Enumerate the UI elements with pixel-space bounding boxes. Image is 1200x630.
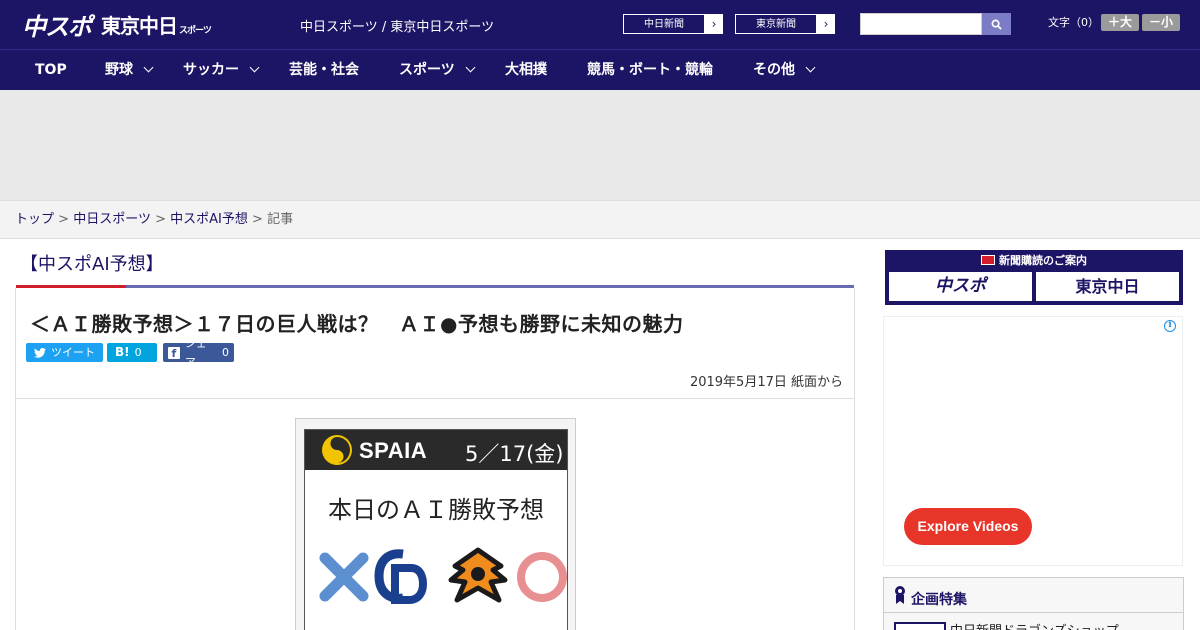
newspaper-icon — [981, 255, 995, 265]
facebook-share-button[interactable]: f シェア 0 — [163, 337, 234, 369]
site-search — [860, 13, 1011, 35]
tokyo-chunichi-subscribe-logo[interactable]: 東京中日 — [1036, 272, 1179, 301]
breadcrumb-ai-prediction[interactable]: 中スポAI予想 — [170, 212, 248, 227]
breadcrumb-current: 記事 — [267, 212, 294, 227]
tokyo-shinbun-link[interactable]: 東京新聞 › — [734, 13, 836, 35]
top-header: 中スポ 東京中日 スポーツ 中日スポーツ / 東京中日スポーツ 中日新聞 › 東京… — [0, 0, 1200, 49]
nav-racing[interactable]: 競馬・ボート・競輪 — [587, 50, 713, 90]
cross-mark-icon — [319, 552, 369, 602]
spaia-logo-icon — [322, 435, 352, 465]
nav-sports[interactable]: スポーツ — [399, 50, 476, 90]
breadcrumb: トップ > 中日スポーツ > 中スポAI予想 > 記事 — [0, 200, 1200, 239]
chevron-down-icon — [143, 62, 154, 73]
nav-sumo[interactable]: 大相撲 — [505, 50, 547, 90]
sidebar-ad: i Explore Videos — [883, 316, 1183, 566]
nav-entertainment[interactable]: 芸能・社会 — [289, 50, 359, 90]
article-date: 2019年5月17日 紙面から — [689, 375, 843, 390]
spaia-brand: SPAIA — [359, 438, 428, 463]
dragons-shop-thumbnail[interactable] — [894, 622, 946, 630]
subscription-banner[interactable]: 新聞購読のご案内 中スポ 東京中日 — [885, 250, 1183, 305]
nav-top[interactable]: TOP — [35, 50, 67, 90]
tokyo-chunichi-logo: 東京中日 スポーツ — [101, 13, 212, 38]
photo-content: SPAIA 5／17(金) 本日のＡＩ勝敗予想 — [304, 429, 568, 630]
chevron-right-icon: › — [711, 17, 717, 31]
site-logo[interactable]: 中スポ 東京中日 スポーツ — [22, 6, 212, 42]
photo-title: 本日のＡＩ勝敗予想 — [328, 496, 544, 524]
main-nav: TOP 野球 サッカー 芸能・社会 スポーツ 大相撲 競馬・ボート・競輪 その他 — [0, 49, 1200, 90]
chevron-down-icon — [249, 62, 260, 73]
top-ad-area — [0, 90, 1200, 200]
chuspo-subscribe-logo[interactable]: 中スポ — [889, 272, 1032, 301]
subscription-title: 新聞購読のご案内 — [885, 252, 1183, 268]
hatena-count: 0 — [134, 346, 142, 359]
photo-date: 5／17(金) — [465, 442, 564, 466]
giants-logo-icon — [448, 547, 508, 603]
hatena-bookmark-button[interactable]: B! 0 — [107, 343, 157, 362]
article-headline: ＜ＡＩ勝敗予想＞１７日の巨人戦は？ ＡＩ●予想も勝野に未知の魅力 — [30, 312, 684, 336]
breadcrumb-chunichi-sports[interactable]: 中日スポーツ — [73, 212, 151, 227]
chevron-down-icon — [805, 62, 816, 73]
chevron-right-icon: › — [823, 17, 829, 31]
article-photo[interactable]: SPAIA 5／17(金) 本日のＡＩ勝敗予想 — [295, 418, 576, 630]
feature-item-dragons-shop[interactable]: 中日新聞ドラゴンズショップ — [950, 620, 1119, 630]
font-smaller-button[interactable]: －小 — [1142, 14, 1180, 31]
feature-header: 企画特集 — [884, 578, 1183, 613]
twitter-bird-icon — [34, 347, 46, 358]
circle-mark-icon — [517, 552, 567, 602]
nav-soccer[interactable]: サッカー — [183, 50, 260, 90]
search-icon — [991, 19, 1002, 30]
chunichi-shinbun-link[interactable]: 中日新聞 › — [622, 13, 724, 35]
explore-videos-button[interactable]: Explore Videos — [904, 508, 1032, 545]
photo-header: SPAIA 5／17(金) — [305, 430, 567, 470]
hatena-icon: B! — [115, 345, 130, 359]
facebook-count: 0 — [222, 346, 229, 359]
nav-baseball[interactable]: 野球 — [105, 50, 154, 90]
font-size-label: 文字（0） — [1048, 16, 1099, 29]
feature-title: 企画特集 — [911, 592, 967, 608]
chuspo-logo: 中スポ — [22, 12, 92, 41]
nav-other[interactable]: その他 — [753, 50, 816, 90]
award-ribbon-icon — [895, 586, 905, 604]
search-input[interactable] — [860, 13, 982, 35]
tweet-button[interactable]: ツイート — [26, 343, 103, 362]
divider — [16, 398, 854, 399]
site-names: 中日スポーツ / 東京中日スポーツ — [300, 20, 495, 35]
ad-info-icon[interactable]: i — [1164, 320, 1176, 332]
search-button[interactable] — [982, 13, 1011, 35]
chevron-down-icon — [465, 62, 476, 73]
font-larger-button[interactable]: ＋大 — [1101, 14, 1139, 31]
section-title[interactable]: 【中スポAI予想】 — [20, 250, 164, 276]
facebook-icon: f — [168, 346, 180, 360]
breadcrumb-top[interactable]: トップ — [15, 212, 54, 227]
dragons-logo-icon — [374, 549, 427, 604]
feature-section: 企画特集 中日新聞ドラゴンズショップ — [883, 577, 1184, 630]
